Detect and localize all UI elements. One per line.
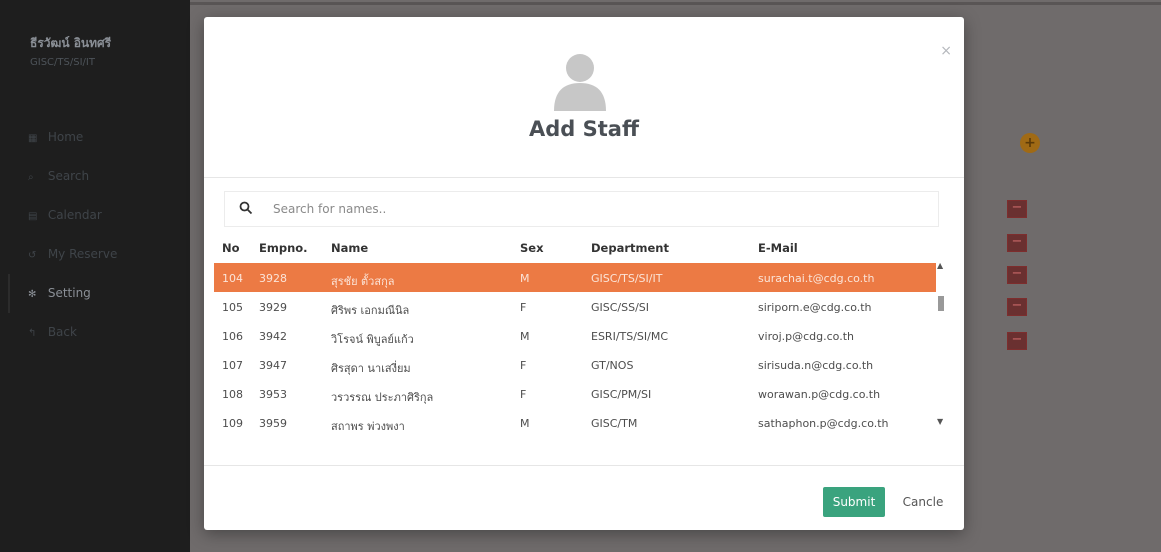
cell-name: สุรชัย ตั้วสกุล <box>331 275 395 288</box>
divider <box>204 177 964 178</box>
cell-sex: F <box>520 301 527 314</box>
modal-title: Add Staff <box>529 117 639 141</box>
staff-table-body: 104 3928 สุรชัย ตั้วสกุล M GISC/TS/SI/IT sura… <box>214 263 936 432</box>
cell-name: วิโรจน์ พิบูลย์แก้ว <box>331 333 414 346</box>
remove-button[interactable]: − <box>1007 298 1027 316</box>
cell-no: 104 <box>222 272 243 285</box>
table-row[interactable]: 105 3929 ศิริพร เอกมณีนิล F GISC/SS/SI siripo… <box>214 292 936 321</box>
calendar-icon: ▤ <box>28 211 38 222</box>
cell-sex: M <box>520 330 530 343</box>
remove-button[interactable]: − <box>1007 266 1027 284</box>
sidebar-item-home[interactable]: ▦ Home <box>0 118 190 157</box>
cell-department: ESRI/TS/SI/MC <box>591 330 669 343</box>
sidebar-item-back[interactable]: ↰ Back <box>0 313 190 352</box>
sidebar-item-label: Back <box>47 325 77 339</box>
sidebar-item-label: My Reserve <box>47 247 118 261</box>
remove-button[interactable]: − <box>1007 332 1027 350</box>
scroll-up-icon[interactable]: ▲ <box>937 261 943 270</box>
user-department: GISC/TS/SI/IT <box>30 57 95 68</box>
sidebar-item-label: Home <box>47 130 84 144</box>
submit-button[interactable]: Submit <box>823 487 885 517</box>
user-avatar-icon <box>554 54 606 111</box>
cell-no: 109 <box>222 417 243 430</box>
cell-department: GISC/PM/SI <box>591 388 652 401</box>
cell-department: GISC/TM <box>591 417 638 430</box>
remove-button[interactable]: − <box>1007 234 1027 252</box>
add-button[interactable]: + <box>1020 133 1040 153</box>
table-row[interactable]: 107 3947 ศิรสุดา นาเสงี่ยม F GT/NOS sirisuda.… <box>214 350 936 379</box>
sidebar-item-search[interactable]: ⌕ Search <box>0 157 190 196</box>
cell-sex: M <box>520 417 530 430</box>
table-scrollbar[interactable]: ▲ ▼ <box>936 261 946 432</box>
column-header-email[interactable]: E-Mail <box>758 241 798 255</box>
history-icon: ↺ <box>28 250 37 261</box>
cancel-button[interactable]: Cancle <box>895 487 951 517</box>
table-header: No Empno. Name Sex Department E-Mail <box>214 233 936 263</box>
search-icon: ⌕ <box>28 172 34 183</box>
cell-name: ศิริพร เอกมณีนิล <box>331 304 410 317</box>
column-header-name[interactable]: Name <box>331 241 368 255</box>
cell-empno: 3959 <box>259 417 287 430</box>
cell-name: ศิรสุดา นาเสงี่ยม <box>331 362 411 375</box>
search-box <box>224 191 939 227</box>
cell-email: surachai.t@cdg.co.th <box>758 272 875 285</box>
cell-no: 105 <box>222 301 243 314</box>
search-icon <box>239 201 253 215</box>
sidebar-item-my-reserve[interactable]: ↺ My Reserve <box>0 235 190 274</box>
user-name: ธีรวัฒน์ อินทศรี <box>30 36 112 50</box>
sidebar-item-label: Search <box>47 169 90 183</box>
add-staff-modal: × Add Staff No Empno. Name Sex Departmen… <box>204 17 964 530</box>
table-row[interactable]: 106 3942 วิโรจน์ พิบูลย์แก้ว M ESRI/TS/SI/MC… <box>214 321 936 350</box>
cell-empno: 3929 <box>259 301 287 314</box>
cell-department: GISC/SS/SI <box>591 301 650 314</box>
sidebar-item-calendar[interactable]: ▤ Calendar <box>0 196 190 235</box>
cell-sex: F <box>520 388 527 401</box>
scroll-down-icon[interactable]: ▼ <box>937 417 943 426</box>
cell-sex: M <box>520 272 530 285</box>
cell-empno: 3953 <box>259 388 287 401</box>
cell-email: worawan.p@cdg.co.th <box>758 388 881 401</box>
cell-email: sathaphon.p@cdg.co.th <box>758 417 889 430</box>
cell-email: viroj.p@cdg.co.th <box>758 330 854 343</box>
cell-no: 108 <box>222 388 243 401</box>
cell-email: siriporn.e@cdg.co.th <box>758 301 872 314</box>
column-header-no[interactable]: No <box>222 241 240 255</box>
sidebar: ธีรวัฒน์ อินทศรี GISC/TS/SI/IT ▦ Home ⌕ … <box>0 0 190 552</box>
cell-email: sirisuda.n@cdg.co.th <box>758 359 874 372</box>
remove-button[interactable]: − <box>1007 200 1027 218</box>
cell-department: GISC/TS/SI/IT <box>591 272 663 285</box>
cell-empno: 3942 <box>259 330 287 343</box>
table-row[interactable]: 109 3959 สถาพร พ่วงพงา M GISC/TM sathaphon.p@… <box>214 408 936 432</box>
table-row[interactable]: 108 3953 วรวรรณ ประภาศิริกุล F GISC/PM/SI wor… <box>214 379 936 408</box>
cell-name: สถาพร พ่วงพงา <box>331 420 405 432</box>
close-button[interactable]: × <box>940 43 952 59</box>
sidebar-menu: ▦ Home ⌕ Search ▤ Calendar ↺ My Reserve … <box>0 118 190 352</box>
column-header-empno[interactable]: Empno. <box>259 241 308 255</box>
home-icon: ▦ <box>28 133 38 144</box>
sidebar-item-label: Setting <box>47 286 91 300</box>
cell-empno: 3928 <box>259 272 287 285</box>
table-row[interactable]: 104 3928 สุรชัย ตั้วสกุล M GISC/TS/SI/IT sura… <box>214 263 936 292</box>
footer-divider <box>204 465 964 466</box>
column-header-department[interactable]: Department <box>591 241 669 255</box>
sidebar-item-label: Calendar <box>47 208 102 222</box>
gear-icon: ✻ <box>28 289 37 300</box>
cell-sex: F <box>520 359 527 372</box>
scrollbar-thumb[interactable] <box>938 296 944 311</box>
search-input[interactable] <box>271 192 925 226</box>
top-strip <box>190 2 1161 5</box>
back-icon: ↰ <box>28 328 37 339</box>
sidebar-item-setting[interactable]: ✻ Setting <box>0 274 190 313</box>
cell-no: 106 <box>222 330 243 343</box>
cell-empno: 3947 <box>259 359 287 372</box>
column-header-sex[interactable]: Sex <box>520 241 544 255</box>
user-info: ธีรวัฒน์ อินทศรี GISC/TS/SI/IT <box>0 0 190 68</box>
cell-name: วรวรรณ ประภาศิริกุล <box>331 391 434 404</box>
cell-department: GT/NOS <box>591 359 634 372</box>
cell-no: 107 <box>222 359 243 372</box>
